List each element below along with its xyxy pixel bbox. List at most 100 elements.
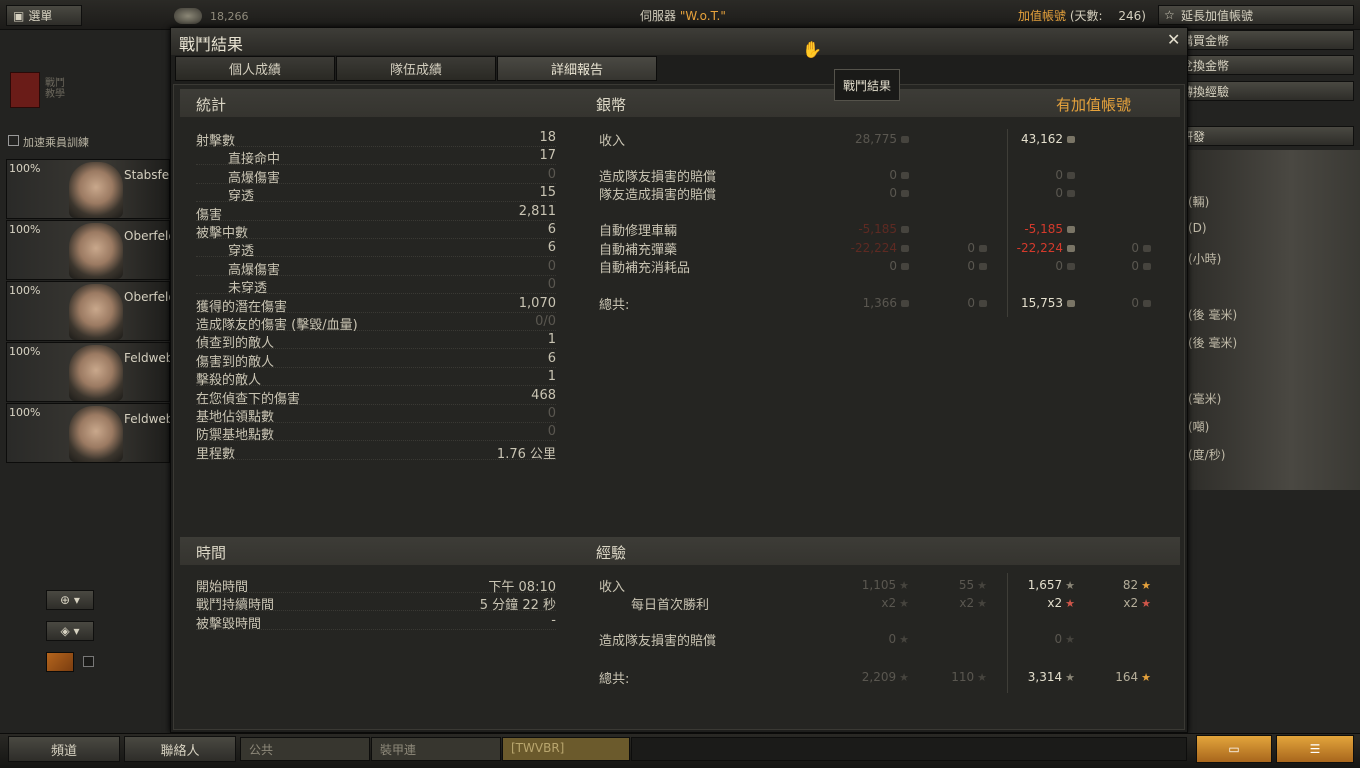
credit-row: 自動補充消耗品 0 0 0 0 <box>599 256 1159 276</box>
xp-row: 造成隊友損害的賠償 0 ★ 0 ★ <box>599 629 1159 649</box>
xp-base: x2 ★ <box>881 596 909 610</box>
filter-dropdown[interactable]: ◈ ▾ <box>46 621 94 641</box>
time-row: 被擊毀時間 - <box>196 612 556 632</box>
stat-value: 0 <box>547 277 556 293</box>
accel-training-toggle[interactable]: 加速乘員訓練 <box>8 134 89 150</box>
stat-value: 0 <box>547 424 556 440</box>
stat-row: 防禦基地點數 0 <box>196 423 556 444</box>
stat-label: (後 毫米) <box>1188 336 1238 350</box>
xp-label: 每日首次勝利 <box>631 598 710 613</box>
premium-status: 加值帳號 (天數: 246) <box>1018 9 1146 23</box>
experience-header: 經驗 <box>580 537 1180 565</box>
free-xp-star-icon: ★ <box>977 579 987 592</box>
star-icon: ☆ <box>1164 8 1175 22</box>
credit-premium: 43,162 <box>1021 132 1075 146</box>
crew-portrait <box>69 345 123 401</box>
stat-value: 17 <box>539 148 556 164</box>
xp-label: 造成隊友損害的賠償 <box>599 634 717 649</box>
credit-row: 隊友造成損害的賠償 0 0 <box>599 183 1159 203</box>
menu-button[interactable]: ▣ 選單 <box>6 5 82 26</box>
crew-member[interactable]: 100% Feldwebe <box>6 342 170 402</box>
crew-member[interactable]: 100% Oberfeld <box>6 281 170 341</box>
silver-icon <box>1067 300 1075 307</box>
stat-value: 6 <box>547 222 556 237</box>
credit-premium: 0 <box>1055 168 1075 182</box>
shell-icon[interactable] <box>46 652 74 672</box>
list-menu-button[interactable]: ☰ <box>1276 735 1354 763</box>
crew-member[interactable]: 100% Oberfeld <box>6 220 170 280</box>
globe-dropdown[interactable]: ⊕ ▾ <box>46 590 94 610</box>
chat-tab-clan[interactable]: [TWVBR] <box>502 737 630 761</box>
contacts-button[interactable]: 聯絡人 <box>124 736 236 762</box>
gold-base: 0 <box>967 241 987 255</box>
chat-tab-public[interactable]: 公共 <box>240 737 370 761</box>
free-xp-premium-value: 164 <box>1115 670 1139 684</box>
stat-value: 0 <box>547 258 556 274</box>
chat-tab-company[interactable]: 裝甲連 <box>371 737 501 761</box>
chat-icon: ▭ <box>1228 742 1240 756</box>
tab-personal[interactable]: 個人成績 <box>175 56 335 81</box>
gold-icon <box>979 245 987 252</box>
credit-premium: 0 <box>1055 259 1075 273</box>
free-xp-premium: 82 ★ <box>1123 578 1151 592</box>
tutorial-book-icon[interactable] <box>10 72 40 108</box>
credit-label: 隊友造成損害的賠償 <box>599 188 717 203</box>
crew-portrait <box>69 162 123 218</box>
credit-premium-value: 43,162 <box>1021 132 1063 146</box>
credit-base-value: 1,366 <box>862 296 897 310</box>
xp-star-icon: ★ <box>899 671 909 684</box>
credit-base: 0 <box>889 186 909 200</box>
credit-premium: -5,185 <box>1024 222 1075 236</box>
checkbox[interactable] <box>83 656 94 667</box>
stat-value: 15 <box>539 185 556 201</box>
silver-icon <box>1067 190 1075 197</box>
chat-input[interactable] <box>631 737 1187 761</box>
extend-premium-button[interactable]: ☆ 延長加值帳號 <box>1158 5 1354 25</box>
stat-row: 傷害到的敵人 6 <box>196 350 556 370</box>
stat-label: 射擊數 <box>196 134 236 149</box>
xp-star-icon: ★ <box>1065 597 1075 610</box>
gold-premium-value: 0 <box>1131 241 1139 255</box>
credit-premium: 0 <box>1055 186 1075 200</box>
stat-label: 防禦基地點數 <box>196 428 275 444</box>
close-icon[interactable]: ✕ <box>1167 30 1180 49</box>
xp-label: 總共: <box>599 672 630 687</box>
gold-base-value: 0 <box>967 241 975 255</box>
tutorial-label: 戰鬥教學 <box>45 78 65 100</box>
time-header: 時間 <box>180 537 580 565</box>
free-xp-base: x2 ★ <box>959 596 987 610</box>
xp-base-value: 0 <box>888 632 897 646</box>
stat-value: 1,070 <box>518 295 556 311</box>
time-value: 5 分鐘 22 秒 <box>479 598 556 614</box>
xp-premium: x2 ★ <box>1047 596 1075 610</box>
channels-button[interactable]: 頻道 <box>8 736 120 762</box>
crew-member[interactable]: 100% Stabsfel <box>6 159 170 219</box>
xp-row: 每日首次勝利 x2 ★ x2 ★ x2 ★ x2 ★ <box>599 593 1159 613</box>
tab-detailed-report[interactable]: 詳細報告 <box>497 56 657 81</box>
free-xp-star-icon: ★ <box>1141 597 1151 610</box>
stat-row: 基地佔領點數 0 <box>196 405 556 425</box>
stat-row: 被擊中數 6 <box>196 221 556 241</box>
stat-value: 2,811 <box>518 203 556 219</box>
xp-star-icon: ★ <box>1065 633 1075 646</box>
tab-team[interactable]: 隊伍成績 <box>336 56 496 81</box>
free-xp-base: 55 ★ <box>959 578 987 592</box>
time-row: 開始時間 下午 08:10 <box>196 575 556 595</box>
gold-base: 0 <box>967 296 987 310</box>
credit-base-value: 0 <box>889 186 897 200</box>
premium-column-header: 有加值帳號 <box>1056 96 1132 114</box>
stat-value: 468 <box>531 387 556 403</box>
gold-icon <box>979 300 987 307</box>
xp-row: 收入 1,105 ★ 55 ★ 1,657 ★ 82 ★ <box>599 575 1159 595</box>
xp-base: 1,105 ★ <box>862 578 909 592</box>
crew-member[interactable]: 100% Feldwebe <box>6 403 170 463</box>
crew-portrait <box>69 406 123 462</box>
time-label: 被擊毀時間 <box>196 616 262 632</box>
xp-premium: 1,657 ★ <box>1028 578 1075 592</box>
chat-bubble-button[interactable]: ▭ <box>1196 735 1272 763</box>
report-body: 統計 射擊數 18 直接命中 17 高爆傷害 0 穿透 15 傷害 2,811 被擊中數 6 穿透 6 高爆… <box>173 84 1185 730</box>
stat-row: 造成隊友的傷害 (擊毀/血量) 0/0 <box>196 313 556 333</box>
hand-cursor-icon: ✋ <box>802 40 822 59</box>
stat-row: 穿透 6 <box>196 239 556 259</box>
free-xp-star-icon: ★ <box>1141 579 1151 592</box>
